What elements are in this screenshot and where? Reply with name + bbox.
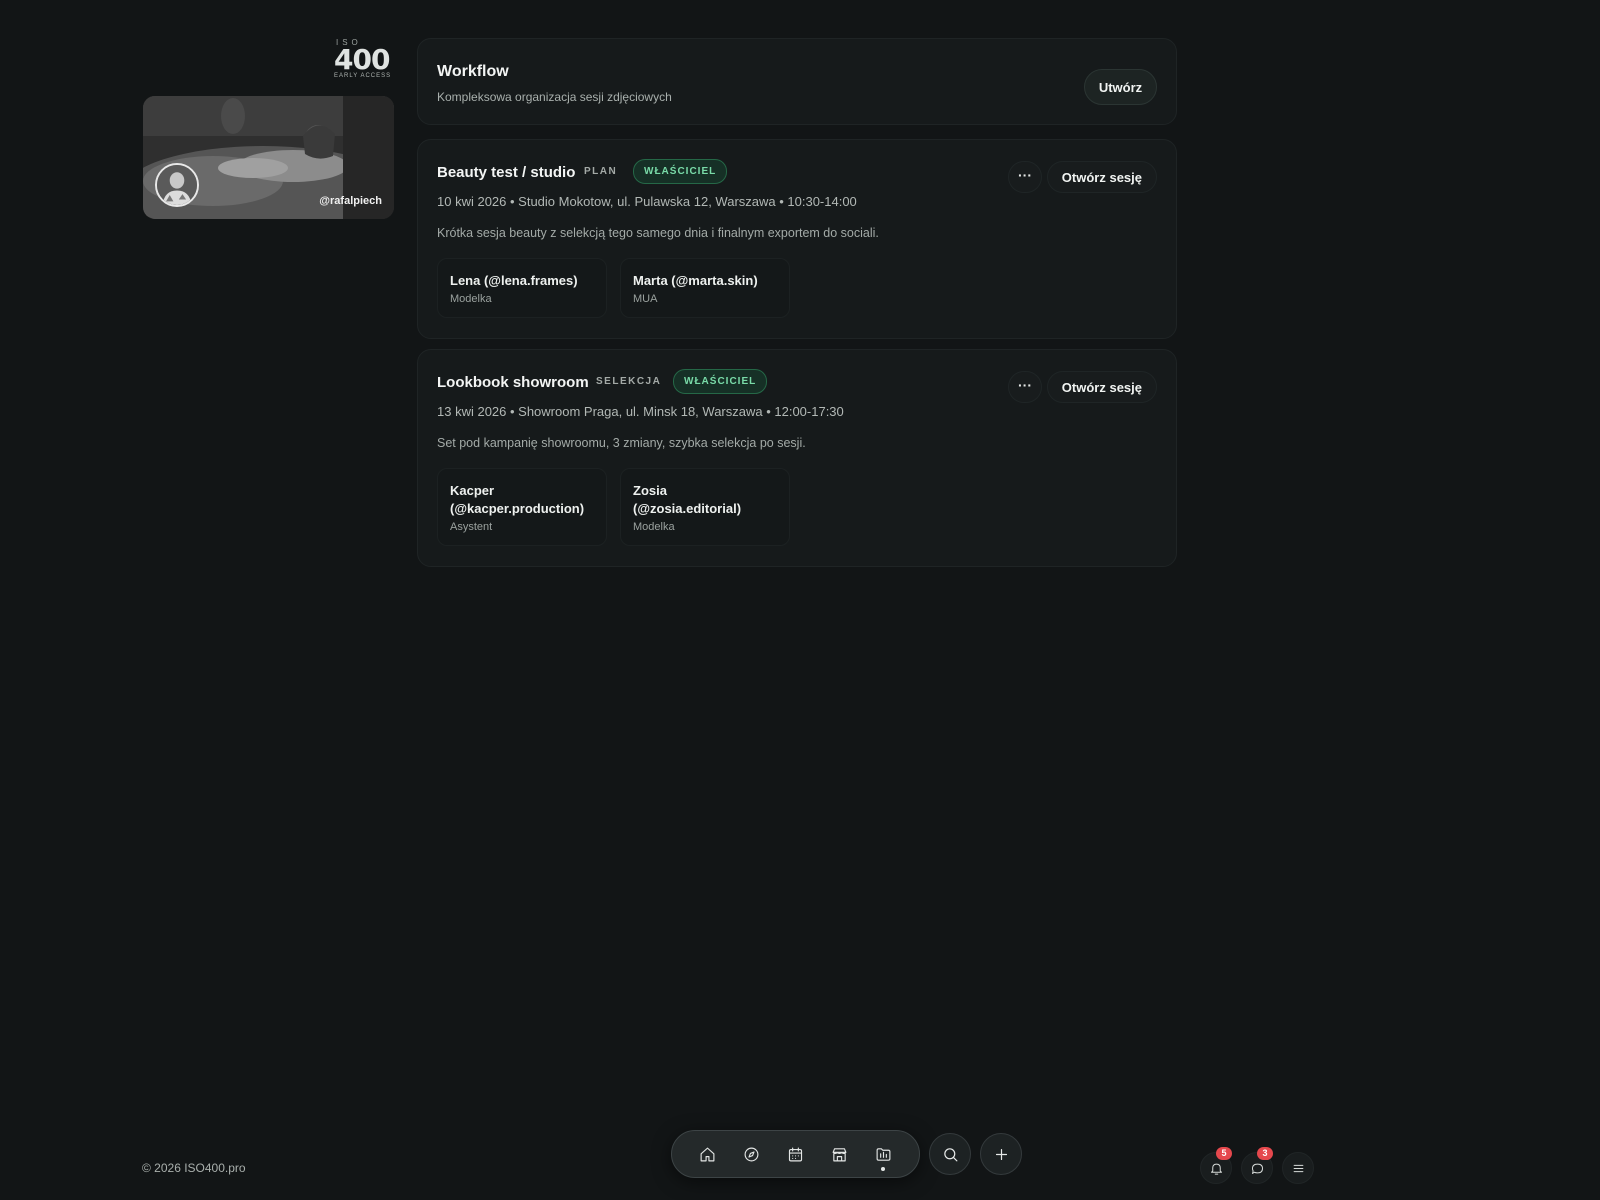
open-session-button[interactable]: Otwórz sesję xyxy=(1046,161,1157,193)
notifications-button[interactable]: 5 xyxy=(1200,1147,1232,1184)
crew-member-name: Marta (@marta.skin) xyxy=(633,273,758,288)
page-title: Workflow xyxy=(437,63,509,80)
crew-member[interactable]: Marta (@marta.skin) MUA xyxy=(620,258,790,318)
crew-member-name: Lena (@lena.frames) xyxy=(450,273,578,288)
plus-icon xyxy=(995,1148,1007,1160)
notifications-count-badge: 5 xyxy=(1216,1147,1232,1160)
more-options-button[interactable]: ··· xyxy=(1008,371,1042,403)
session-card: Beauty test / studio PLAN WŁAŚCICIEL ···… xyxy=(417,139,1177,339)
workflow-icon xyxy=(876,1147,891,1161)
session-status-badge: PLAN xyxy=(584,166,618,177)
page-subtitle: Kompleksowa organizacja sesji zdjęciowyc… xyxy=(437,90,672,104)
owner-badge: WŁAŚCICIEL xyxy=(673,369,768,394)
messages-button[interactable]: 3 xyxy=(1241,1147,1273,1184)
session-description: Set pod kampanię showroomu, 3 zmiany, sz… xyxy=(437,436,806,450)
nav-explore[interactable] xyxy=(737,1139,767,1169)
crew-member-role: Modelka xyxy=(450,293,492,305)
session-title: Beauty test / studio xyxy=(437,164,576,181)
crew-member-role: Asystent xyxy=(450,521,493,533)
nav-home[interactable] xyxy=(693,1139,723,1169)
open-session-button[interactable]: Otwórz sesję xyxy=(1046,371,1157,403)
bottom-nav-dock xyxy=(671,1130,920,1178)
brand-logo-number: 400 xyxy=(334,43,390,76)
brand-logo[interactable]: ISO 400 EARLY ACCESS xyxy=(334,38,396,84)
nav-store[interactable] xyxy=(824,1139,854,1169)
crew-member-role: Modelka xyxy=(633,521,675,533)
compass-icon xyxy=(744,1147,759,1161)
crew-member[interactable]: Lena (@lena.frames) Modelka xyxy=(437,258,607,318)
avatar-photo xyxy=(157,165,197,205)
crew-list: Lena (@lena.frames) Modelka Marta (@mart… xyxy=(437,258,790,318)
home-icon xyxy=(700,1147,715,1161)
session-meta: 10 kwi 2026 • Studio Mokotow, ul. Pulaws… xyxy=(437,194,857,209)
session-description: Krótka sesja beauty z selekcją tego same… xyxy=(437,226,879,240)
crew-member-name: Kacper (@kacper.production) xyxy=(450,483,585,516)
profile-handle[interactable]: @rafalpiech xyxy=(319,195,382,207)
workflow-header: Workflow Kompleksowa organizacja sesji z… xyxy=(417,38,1177,125)
hamburger-menu-icon xyxy=(1293,1164,1303,1172)
create-button[interactable]: Utwórz xyxy=(1084,69,1157,105)
search-icon xyxy=(943,1147,957,1161)
messages-count-badge: 3 xyxy=(1257,1147,1273,1160)
nav-workflow[interactable] xyxy=(868,1139,898,1171)
active-indicator xyxy=(881,1167,886,1171)
crew-member[interactable]: Zosia (@zosia.editorial) Modelka xyxy=(620,468,790,546)
profile-card[interactable]: @rafalpiech xyxy=(143,96,394,219)
session-card: Lookbook showroom SELEKCJA WŁAŚCICIEL ··… xyxy=(417,349,1177,567)
bell-icon xyxy=(1210,1163,1222,1175)
more-options-button[interactable]: ··· xyxy=(1008,161,1042,193)
calendar-icon xyxy=(788,1147,803,1161)
add-button[interactable] xyxy=(980,1133,1022,1175)
crew-list: Kacper (@kacper.production) Asystent Zos… xyxy=(437,468,790,546)
crew-member-role: MUA xyxy=(633,293,658,305)
copyright-text: © 2026 ISO400.pro xyxy=(142,1161,246,1175)
session-status-badge: SELEKCJA xyxy=(596,376,662,387)
session-title: Lookbook showroom xyxy=(437,374,589,391)
nav-calendar[interactable] xyxy=(780,1139,810,1169)
crew-member[interactable]: Kacper (@kacper.production) Asystent xyxy=(437,468,607,546)
session-meta: 13 kwi 2026 • Showroom Praga, ul. Minsk … xyxy=(437,404,844,419)
brand-logo-tagline: EARLY ACCESS xyxy=(334,73,392,79)
crew-member-name: Zosia (@zosia.editorial) xyxy=(633,483,742,516)
profile-avatar[interactable] xyxy=(155,163,199,207)
chat-bubble-icon xyxy=(1251,1163,1263,1174)
store-icon xyxy=(832,1147,847,1161)
menu-button[interactable] xyxy=(1282,1152,1314,1184)
search-button[interactable] xyxy=(929,1133,971,1175)
owner-badge: WŁAŚCICIEL xyxy=(633,159,728,184)
